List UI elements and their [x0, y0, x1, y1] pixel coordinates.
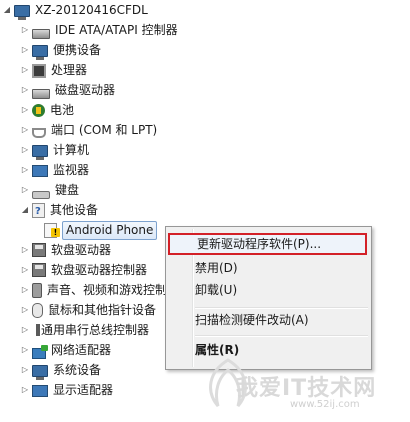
port-icon — [32, 128, 46, 138]
computer-icon — [32, 145, 48, 160]
tree-item-label: 监视器 — [53, 163, 90, 177]
expand-arrow-icon[interactable]: ▷ — [20, 340, 30, 360]
computer-root-icon — [14, 5, 30, 20]
expand-arrow-icon[interactable]: ▷ — [20, 60, 30, 80]
tree-item-label: 处理器 — [51, 63, 88, 77]
tree-item-display[interactable]: ▷ 显示适配器 — [20, 380, 113, 400]
menu-item-disable[interactable]: 禁用(D) — [168, 257, 367, 279]
expand-arrow-icon[interactable]: ▷ — [20, 80, 30, 100]
tree-item-other[interactable]: ◢ 其他设备 — [20, 200, 99, 222]
tree-item-label: 软盘驱动器控制器 — [51, 263, 148, 277]
processor-icon — [32, 64, 46, 78]
network-adapter-icon — [32, 344, 48, 359]
expand-arrow-icon[interactable]: ▷ — [20, 300, 30, 320]
tree-item-label: 鼠标和其他指针设备 — [48, 303, 157, 317]
tree-item-label: 其他设备 — [50, 203, 99, 217]
tree-item-label: 声音、视频和游戏控制器 — [47, 283, 180, 297]
disk-drive-icon — [32, 89, 50, 99]
tree-item-keyboard[interactable]: ▷ 键盘 — [20, 180, 79, 200]
menu-item-scan-hardware[interactable]: 扫描检测硬件改动(A) — [168, 309, 367, 331]
menu-item-uninstall[interactable]: 卸载(U) — [168, 279, 367, 301]
floppy-drive-icon — [32, 243, 46, 257]
tree-item-portable[interactable]: ▷ 便携设备 — [20, 40, 101, 60]
tree-item-monitor[interactable]: ▷ 监视器 — [20, 160, 89, 180]
warning-device-icon — [44, 222, 60, 238]
expand-arrow-icon[interactable]: ▷ — [20, 280, 30, 300]
expand-arrow-icon[interactable]: ▷ — [20, 260, 30, 280]
tree-item-mouse[interactable]: ▷ 鼠标和其他指针设备 — [20, 300, 156, 320]
menu-separator — [195, 335, 368, 337]
tree-item-ports[interactable]: ▷ 端口 (COM 和 LPT) — [20, 120, 157, 140]
portable-device-icon — [32, 45, 48, 60]
tree-item-diskdrive[interactable]: ▷ 磁盘驱动器 — [20, 80, 115, 100]
floppy-controller-icon — [32, 263, 46, 277]
collapse-arrow-icon[interactable]: ◢ — [2, 0, 12, 20]
tree-item-label: IDE ATA/ATAPI 控制器 — [55, 23, 178, 37]
unknown-device-icon — [32, 202, 45, 222]
expand-arrow-icon[interactable]: ▷ — [20, 240, 30, 260]
battery-icon — [32, 103, 45, 117]
tree-item-label: 系统设备 — [53, 363, 102, 377]
expand-arrow-icon[interactable]: ▷ — [20, 100, 30, 120]
tree-item-label: 计算机 — [53, 143, 90, 157]
tree-item-sound[interactable]: ▷ 声音、视频和游戏控制器 — [20, 280, 179, 300]
tree-item-battery[interactable]: ▷ 电池 — [20, 100, 74, 120]
tree-item-label: 便携设备 — [53, 43, 102, 57]
tree-item-label: 端口 (COM 和 LPT) — [51, 123, 158, 137]
system-device-icon — [32, 365, 48, 380]
tree-root-label: XZ-20120416CFDL — [35, 3, 148, 17]
watermark: 我爱IT技术网 www.52ij.com — [198, 352, 388, 418]
expand-arrow-icon[interactable]: ▷ — [20, 380, 30, 400]
collapse-arrow-icon[interactable]: ◢ — [20, 200, 30, 220]
expand-arrow-icon[interactable]: ▷ — [20, 140, 30, 160]
tree-item-label: 磁盘驱动器 — [55, 83, 116, 97]
watermark-text: 我爱IT技术网 — [236, 376, 377, 401]
keyboard-icon — [32, 191, 50, 199]
ide-controller-icon — [32, 29, 50, 39]
tree-item-label: 软盘驱动器 — [51, 243, 112, 257]
tree-item-computer[interactable]: ▷ 计算机 — [20, 140, 89, 160]
tree-item-label: 键盘 — [55, 183, 80, 197]
tree-item-ide[interactable]: ▷ IDE ATA/ATAPI 控制器 — [20, 20, 178, 40]
tree-root[interactable]: ◢ XZ-20120416CFDL — [2, 0, 148, 20]
expand-arrow-icon[interactable]: ▷ — [20, 120, 30, 140]
usb-icon — [36, 324, 40, 336]
context-menu: 更新驱动程序软件(P)... 禁用(D) 卸载(U) 扫描检测硬件改动(A) 属… — [165, 226, 372, 370]
display-adapter-icon — [32, 385, 48, 397]
menu-item-update-driver[interactable]: 更新驱动程序软件(P)... — [168, 233, 367, 255]
tree-item-floppy[interactable]: ▷ 软盘驱动器 — [20, 240, 111, 260]
tree-item-label: Android Phone — [62, 220, 158, 240]
tree-item-label: 网络适配器 — [51, 343, 112, 357]
tree-item-label: 显示适配器 — [53, 383, 114, 397]
expand-arrow-icon[interactable]: ▷ — [20, 180, 30, 200]
expand-arrow-icon[interactable]: ▷ — [20, 320, 30, 340]
tree-item-label: 通用串行总线控制器 — [41, 323, 150, 337]
tree-item-android-phone[interactable]: Android Phone — [44, 220, 158, 240]
tree-item-floppyctrl[interactable]: ▷ 软盘驱动器控制器 — [20, 260, 147, 280]
watermark-url: www.52ij.com — [290, 399, 360, 410]
mouse-icon — [32, 302, 43, 318]
expand-arrow-icon[interactable]: ▷ — [20, 160, 30, 180]
expand-arrow-icon[interactable]: ▷ — [20, 360, 30, 380]
tree-item-label: 电池 — [50, 103, 75, 117]
tree-item-system[interactable]: ▷ 系统设备 — [20, 360, 101, 380]
tree-item-usb[interactable]: ▷ 通用串行总线控制器 — [20, 320, 149, 340]
tree-item-network[interactable]: ▷ 网络适配器 — [20, 340, 111, 360]
sound-icon — [32, 282, 42, 298]
expand-arrow-icon[interactable]: ▷ — [20, 40, 30, 60]
expand-arrow-icon[interactable]: ▷ — [20, 20, 30, 40]
monitor-icon — [32, 165, 48, 177]
tree-item-cpu[interactable]: ▷ 处理器 — [20, 60, 87, 80]
